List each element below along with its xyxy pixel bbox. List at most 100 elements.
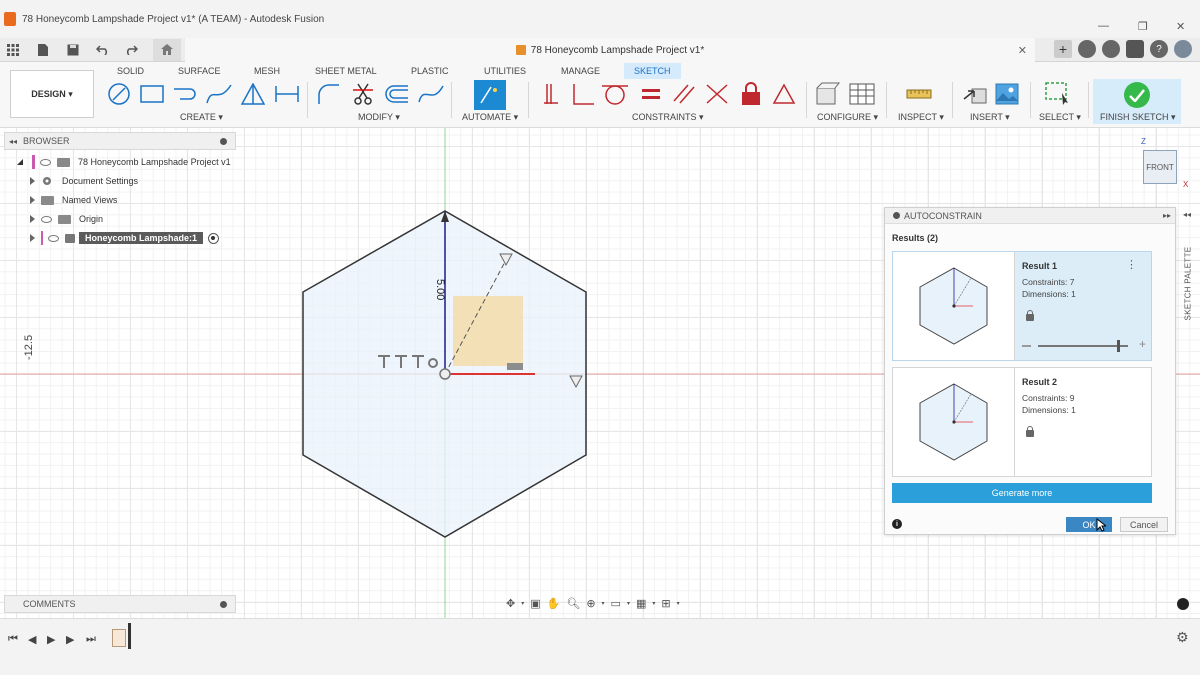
pin-icon[interactable]: [220, 138, 227, 145]
step-back-icon[interactable]: ◀: [28, 633, 36, 646]
finish-sketch-button[interactable]: FINISH SKETCH ▾: [1093, 79, 1181, 124]
info-icon[interactable]: i: [892, 519, 902, 529]
result-card-2[interactable]: Result 2 Constraints: 9 Dimensions: 1: [892, 367, 1152, 477]
slider-track[interactable]: [1038, 345, 1128, 347]
slider-plus-icon[interactable]: +: [1139, 337, 1146, 351]
avatar[interactable]: [1174, 40, 1192, 58]
insert-derive-icon[interactable]: [962, 82, 988, 106]
browser-item-named-views[interactable]: Named Views: [30, 191, 117, 209]
home-icon[interactable]: [153, 38, 181, 61]
tab-surface[interactable]: SURFACE: [172, 65, 227, 77]
minimize-button[interactable]: —: [1098, 20, 1109, 32]
tab-solid[interactable]: SOLID: [111, 65, 150, 77]
maximize-button[interactable]: ❐: [1138, 20, 1148, 33]
tab-utilities[interactable]: UTILITIES: [478, 65, 532, 77]
symmetry-constraint-icon[interactable]: [771, 82, 797, 106]
play-icon[interactable]: ▶: [47, 633, 55, 646]
select-window-icon[interactable]: [1045, 82, 1071, 106]
group-inspect[interactable]: INSPECT ▾: [898, 112, 944, 123]
fix-constraint-icon[interactable]: [738, 82, 764, 106]
collapsed-triangle-icon[interactable]: [30, 234, 35, 242]
spline-tool-icon[interactable]: [206, 82, 232, 106]
feedback-icon[interactable]: [1177, 598, 1189, 610]
break-tool-icon[interactable]: [418, 82, 444, 106]
extensions-icon[interactable]: [1078, 40, 1096, 58]
generate-more-button[interactable]: Generate more: [892, 483, 1152, 503]
slot-tool-icon[interactable]: [172, 82, 198, 106]
app-grid-icon[interactable]: [3, 40, 23, 60]
workspace-design-button[interactable]: DESIGN ▾: [10, 70, 94, 118]
timeline-sketch-feature-icon[interactable]: [112, 629, 126, 647]
close-window-button[interactable]: ✕: [1176, 20, 1185, 33]
collapse-double-arrow-icon[interactable]: ◂◂: [9, 137, 17, 146]
activate-radio-icon[interactable]: [208, 232, 220, 244]
zoom-window-icon[interactable]: ⊕: [586, 597, 595, 610]
result-card-1[interactable]: Result 1 ⋮ Constraints: 7 Dimensions: 1 …: [892, 251, 1152, 361]
look-at-icon[interactable]: ▣: [530, 597, 540, 610]
browser-item-component[interactable]: Honeycomb Lampshade:1: [30, 229, 220, 247]
dialog-pin-icon[interactable]: [893, 212, 900, 219]
coincident-constraint-icon[interactable]: [538, 82, 564, 106]
chevron-down-icon[interactable]: ▾: [521, 600, 524, 607]
horizontal-constraint-icon[interactable]: [507, 363, 523, 370]
collapsed-triangle-icon[interactable]: [30, 196, 35, 204]
timeline-settings-gear-icon[interactable]: ⚙: [1176, 629, 1189, 646]
configure-parameters-icon[interactable]: [815, 82, 841, 106]
go-to-end-icon[interactable]: ⏭: [86, 633, 96, 646]
collinear-constraint-icon[interactable]: [704, 82, 730, 106]
browser-panel-header[interactable]: ◂◂ BROWSER: [4, 132, 236, 150]
sketch-palette-tab[interactable]: SKETCH PALETTE: [1180, 222, 1196, 352]
browser-item-document-settings[interactable]: Document Settings: [30, 172, 138, 190]
slider-minus-icon[interactable]: [1022, 345, 1031, 347]
zoom-icon[interactable]: 🔍︎: [566, 597, 580, 610]
parallel-constraint-icon[interactable]: [671, 82, 697, 106]
orbit-icon[interactable]: ✥: [506, 597, 515, 610]
line-tool-icon[interactable]: [106, 82, 132, 106]
comments-panel-header[interactable]: COMMENTS: [4, 595, 236, 613]
configure-table-icon[interactable]: [849, 82, 875, 106]
group-create[interactable]: CREATE ▾: [180, 112, 223, 123]
group-automate[interactable]: AUTOMATE ▾: [462, 112, 518, 123]
undo-icon[interactable]: [93, 40, 113, 60]
autoconstrain-tool-icon[interactable]: [474, 80, 506, 110]
triangle-tool-icon[interactable]: [240, 82, 266, 106]
origin-point[interactable]: [439, 368, 451, 380]
group-insert[interactable]: INSERT ▾: [970, 112, 1010, 123]
browser-item-root[interactable]: 78 Honeycomb Lampshade Project v1: [16, 153, 231, 171]
grid-settings-icon[interactable]: ▦: [636, 597, 646, 610]
tab-manage[interactable]: MANAGE: [555, 65, 606, 77]
fillet-tool-icon[interactable]: [316, 82, 342, 106]
rectangle-tool-icon[interactable]: [139, 82, 165, 106]
perpendicular-constraint-icon[interactable]: [570, 82, 596, 106]
collapsed-triangle-icon[interactable]: [30, 177, 35, 185]
expand-double-arrow-icon[interactable]: ▸▸: [1163, 211, 1171, 220]
close-document-icon[interactable]: ✕: [1018, 44, 1027, 57]
chevron-down-icon[interactable]: ▾: [652, 600, 655, 607]
visibility-eye-icon[interactable]: [48, 234, 59, 242]
equal-constraint-icon[interactable]: [638, 82, 664, 106]
slider-thumb[interactable]: [1117, 340, 1121, 352]
dimension-tool-icon[interactable]: [274, 82, 300, 106]
collapse-palette-icon[interactable]: ◂◂: [1183, 210, 1191, 219]
new-tab-button[interactable]: +: [1054, 40, 1072, 58]
tab-sketch[interactable]: SKETCH: [624, 63, 681, 79]
help-icon[interactable]: ?: [1150, 40, 1168, 58]
add-comment-icon[interactable]: [220, 601, 227, 608]
group-select[interactable]: SELECT ▾: [1039, 112, 1081, 123]
cancel-button[interactable]: Cancel: [1120, 517, 1168, 532]
visibility-eye-icon[interactable]: [40, 158, 51, 166]
tab-mesh[interactable]: MESH: [248, 65, 286, 77]
insert-canvas-icon[interactable]: [994, 82, 1020, 106]
go-to-start-icon[interactable]: ⏮: [8, 633, 18, 646]
tab-plastic[interactable]: PLASTIC: [405, 65, 455, 77]
trim-tool-icon[interactable]: [350, 82, 376, 106]
chevron-down-icon[interactable]: ▾: [602, 600, 605, 607]
tab-sheet-metal[interactable]: SHEET METAL: [309, 65, 383, 77]
step-forward-icon[interactable]: ▶: [66, 633, 74, 646]
group-constraints[interactable]: CONSTRAINTS ▾: [632, 112, 704, 123]
pan-icon[interactable]: ✋: [547, 597, 561, 610]
job-status-icon[interactable]: [1102, 40, 1120, 58]
more-options-icon[interactable]: ⋮: [1126, 258, 1137, 271]
chevron-down-icon[interactable]: ▾: [677, 600, 680, 607]
viewports-icon[interactable]: ⊞: [661, 597, 670, 610]
